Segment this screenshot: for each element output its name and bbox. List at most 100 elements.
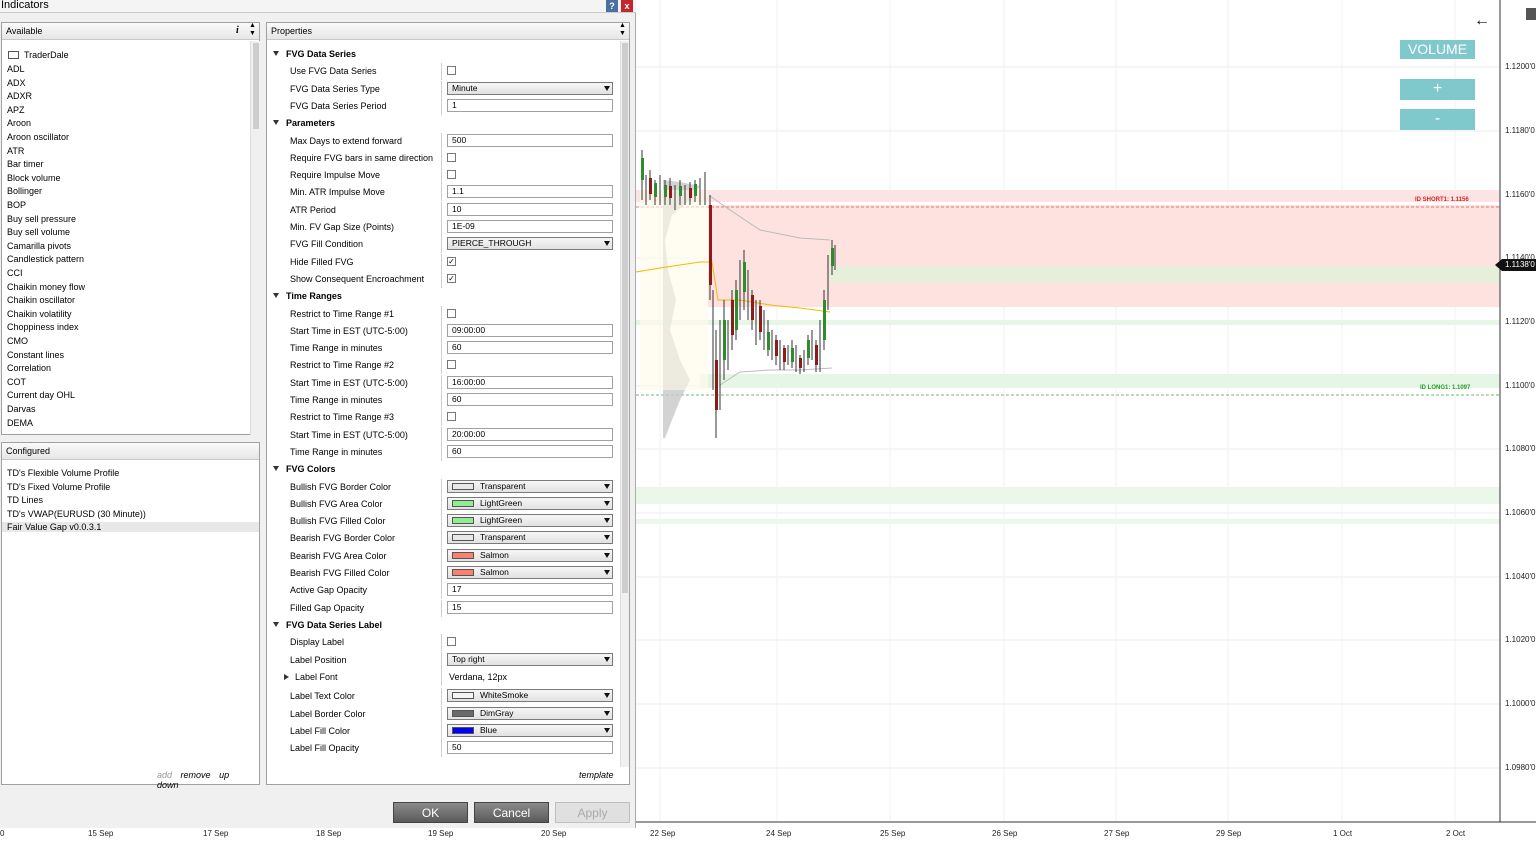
expand-icon[interactable] [284,673,289,680]
sort-arrows-icon[interactable]: ▲ ▼ [249,22,256,38]
property-text-input[interactable]: 09:00:00 [447,323,613,337]
property-color-select[interactable]: Transparent [447,531,613,545]
list-item[interactable]: CMO [7,336,28,346]
list-item[interactable]: Aroon oscillator [7,132,69,142]
list-item[interactable]: ATR [7,146,24,156]
property-checkbox[interactable] [447,360,456,370]
configured-item[interactable]: TD's VWAP(EURUSD (30 Minute)) [2,509,259,519]
zoom-out-button[interactable]: - [1400,109,1475,130]
property-text-input[interactable]: 60 [447,393,613,406]
section-title[interactable]: Parameters [286,118,335,128]
property-checkbox[interactable] [447,308,456,318]
list-item[interactable]: Bollinger [7,186,42,196]
property-color-select[interactable]: Salmon [447,548,613,562]
property-text-input[interactable]: 17 [447,583,613,597]
list-item[interactable]: ADX [7,78,26,88]
section-collapse-icon[interactable] [273,293,279,299]
configured-item[interactable]: TD's Fixed Volume Profile [2,482,259,492]
configured-item[interactable]: TD's Flexible Volume Profile [2,468,259,478]
list-item[interactable]: Aroon [7,118,31,128]
property-select[interactable]: Minute [447,81,613,95]
properties-sort-arrows-icon[interactable]: ▲ ▼ [619,22,626,38]
available-scrollbar[interactable] [250,41,260,435]
list-item[interactable]: Darvas [7,404,36,414]
list-item[interactable]: Buy sell volume [7,227,70,237]
list-item[interactable]: Camarilla pivots [7,241,71,251]
template-link[interactable]: template [579,770,614,780]
list-item[interactable]: DEMA [7,418,33,428]
add-link[interactable]: add [157,770,172,780]
zoom-in-button[interactable]: + [1400,79,1475,100]
property-text-input[interactable]: 10 [447,202,613,216]
property-text-input[interactable]: 1 [447,98,613,112]
section-title[interactable]: FVG Colors [286,464,336,474]
list-item[interactable]: ADL [7,64,25,74]
volume-button[interactable]: VOLUME [1400,40,1475,59]
property-color-select[interactable]: DimGray [447,706,613,720]
list-item[interactable]: Chaikin volatility [7,309,72,319]
dialog-titlebar[interactable]: Indicators ? x [0,0,636,13]
property-checkbox[interactable] [447,637,456,647]
list-item[interactable]: Constant lines [7,350,64,360]
list-item[interactable]: BOP [7,200,26,210]
chart-corner-button[interactable] [1526,8,1536,20]
properties-scrollbar[interactable] [620,41,629,767]
ok-button[interactable]: OK [393,802,468,823]
property-checkbox[interactable] [447,170,456,180]
property-text-input[interactable]: 1.1 [447,185,613,199]
property-text-input[interactable]: 60 [447,341,613,355]
help-button[interactable]: ? [606,0,618,12]
section-collapse-icon[interactable] [273,51,279,56]
property-text-input[interactable]: 15 [447,600,613,614]
property-font-value[interactable]: Verdana, 12px [449,672,507,682]
info-icon[interactable]: i [236,25,239,36]
property-color-select[interactable]: WhiteSmoke [447,689,613,703]
list-item[interactable]: Candlestick pattern [7,254,84,264]
section-collapse-icon[interactable] [273,621,279,627]
property-text-input[interactable]: 60 [447,444,613,458]
property-color-select[interactable]: Blue [447,723,613,737]
list-item[interactable]: Choppiness index [7,322,79,332]
remove-link[interactable]: remove [181,770,211,780]
list-item[interactable]: Buy sell pressure [7,214,76,224]
down-link[interactable]: down [157,780,179,790]
configured-item[interactable]: TD Lines [2,495,259,505]
available-folder[interactable]: TraderDale [8,50,69,60]
property-text-input[interactable]: 50 [447,741,613,755]
property-select[interactable]: PIERCE_THROUGH [447,237,613,251]
section-collapse-icon[interactable] [273,466,279,472]
list-item[interactable]: Correlation [7,363,51,373]
list-item[interactable]: COT [7,377,26,387]
available-scroll-thumb[interactable] [253,43,259,129]
property-checkbox[interactable] [447,66,456,76]
up-link[interactable]: up [219,770,229,780]
back-arrow-icon[interactable]: ← [1474,12,1490,30]
property-text-input[interactable]: 16:00:00 [447,375,613,389]
section-collapse-icon[interactable] [273,120,279,126]
property-text-input[interactable]: 20:00:00 [447,427,613,441]
property-checkbox[interactable] [447,152,456,162]
apply-button[interactable]: Apply [555,802,630,823]
close-button[interactable]: x [621,0,633,12]
list-item[interactable]: Bar timer [7,159,44,169]
section-title[interactable]: Time Ranges [286,291,342,301]
property-select[interactable]: Top right [447,652,613,666]
section-title[interactable]: FVG Data Series Label [286,620,382,630]
section-title[interactable]: FVG Data Series [286,49,356,59]
list-item[interactable]: APZ [7,105,25,115]
properties-scroll-thumb[interactable] [622,43,628,593]
list-item[interactable]: Chaikin oscillator [7,295,75,305]
property-color-select[interactable]: LightGreen [447,496,613,510]
property-color-select[interactable]: Transparent [447,479,613,493]
property-color-select[interactable]: LightGreen [447,514,613,528]
configured-item[interactable]: Fair Value Gap v0.0.3.1 [2,522,259,533]
list-item[interactable]: ADXR [7,91,32,101]
list-item[interactable]: CCI [7,268,23,278]
property-color-select[interactable]: Salmon [447,566,613,579]
list-item[interactable]: Chaikin money flow [7,282,85,292]
property-checkbox[interactable]: ✓ [447,256,456,266]
property-checkbox[interactable]: ✓ [447,273,456,283]
property-text-input[interactable]: 500 [447,133,613,147]
list-item[interactable]: Block volume [7,173,61,183]
cancel-button[interactable]: Cancel [474,802,549,823]
